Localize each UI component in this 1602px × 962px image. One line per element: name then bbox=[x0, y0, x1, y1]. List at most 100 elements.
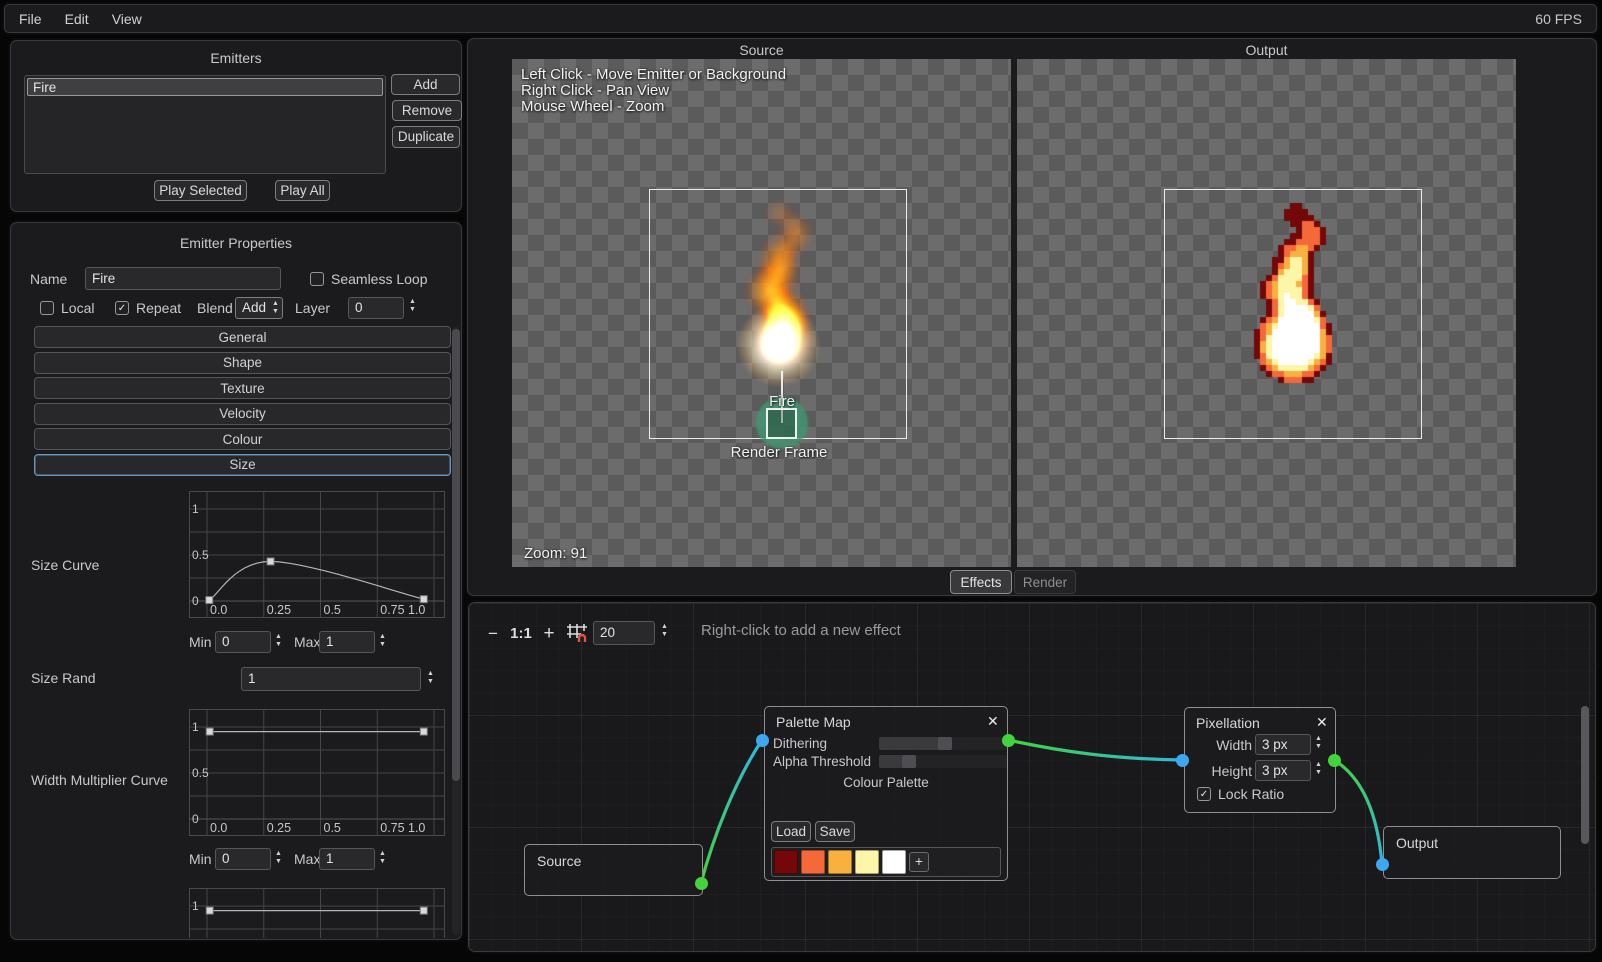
emitter-list-item[interactable]: Fire bbox=[27, 78, 383, 96]
pixellation-input-port[interactable] bbox=[1176, 754, 1189, 767]
emitter-add-button[interactable]: Add bbox=[391, 74, 460, 95]
seamless-loop-checkbox[interactable] bbox=[310, 272, 324, 286]
width-multiplier-curve-label: Width Multiplier Curve bbox=[31, 772, 168, 788]
blend-label: Blend bbox=[197, 300, 233, 316]
palette-swatch-0[interactable] bbox=[774, 850, 798, 874]
pixel-width-field[interactable]: 3 px bbox=[1255, 734, 1311, 755]
section-colour[interactable]: Colour bbox=[34, 428, 451, 450]
output-viewport-title: Output bbox=[1017, 42, 1516, 58]
max-label-0: Max bbox=[294, 634, 320, 650]
source-output-port[interactable] bbox=[695, 877, 708, 890]
node-source[interactable]: Source bbox=[524, 844, 703, 896]
pixellation-close-icon[interactable]: ✕ bbox=[1316, 714, 1328, 731]
blend-value: Add bbox=[242, 301, 266, 315]
menu-item-edit[interactable]: Edit bbox=[65, 11, 89, 27]
palette-map-output-port[interactable] bbox=[1002, 734, 1015, 747]
curve-graph[interactable]: 10.500.00.250.50.751.0 bbox=[189, 886, 445, 938]
pixel-height-stepper[interactable]: ▲▼ bbox=[1315, 762, 1322, 776]
name-field[interactable]: Fire bbox=[85, 267, 281, 290]
emitters-title: Emitters bbox=[11, 50, 461, 66]
node-wire-2 bbox=[1334, 760, 1382, 864]
properties-scrollbar-thumb[interactable] bbox=[452, 329, 460, 781]
palette-map-input-port[interactable] bbox=[756, 734, 769, 747]
viewport-hint-line: Mouse Wheel - Zoom bbox=[521, 98, 664, 115]
emitter-remove-button[interactable]: Remove bbox=[392, 100, 462, 121]
play-all-button[interactable]: Play All bbox=[275, 180, 330, 201]
menu-bar: FileEditView 60 FPS bbox=[4, 4, 1597, 33]
palette-swatch-2[interactable] bbox=[828, 850, 852, 874]
local-checkbox[interactable] bbox=[40, 301, 54, 315]
layer-field[interactable]: 0 bbox=[348, 297, 404, 319]
emitter-handle-square[interactable] bbox=[766, 408, 797, 439]
min-stepper-0[interactable]: ▲▼ bbox=[275, 634, 282, 648]
node-editor[interactable]: − 1:1 + 20 ▲▼ Right-click to add a new e… bbox=[468, 602, 1596, 952]
output-render-frame bbox=[1164, 189, 1422, 439]
tab-effects[interactable]: Effects bbox=[950, 570, 1012, 594]
palette-save-button[interactable]: Save bbox=[815, 821, 855, 842]
emitters-panel: Emitters Fire Add Remove Duplicate Play Se… bbox=[10, 40, 462, 212]
section-size[interactable]: Size bbox=[34, 454, 451, 476]
min-label-1: Min bbox=[189, 851, 212, 867]
dithering-slider[interactable] bbox=[879, 737, 1007, 750]
svg-text:0.0: 0.0 bbox=[210, 821, 227, 835]
min-field-0[interactable]: 0 bbox=[215, 631, 271, 653]
source-viewport-title: Source bbox=[512, 42, 1011, 58]
size-rand-field[interactable]: 1 bbox=[241, 667, 421, 691]
output-viewport[interactable] bbox=[1017, 59, 1516, 567]
node-source-title: Source bbox=[537, 853, 581, 869]
repeat-label: Repeat bbox=[136, 300, 181, 316]
palette-swatch-row: + bbox=[771, 847, 1001, 877]
max-stepper-1[interactable]: ▲▼ bbox=[379, 851, 386, 865]
editor-scrollbar-thumb[interactable] bbox=[1581, 706, 1589, 844]
palette-load-button[interactable]: Load bbox=[771, 821, 811, 842]
max-label-1: Max bbox=[294, 851, 320, 867]
svg-text:0: 0 bbox=[192, 594, 199, 608]
palette-swatch-4[interactable] bbox=[882, 850, 906, 874]
section-shape[interactable]: Shape bbox=[34, 352, 451, 374]
menu-item-view[interactable]: View bbox=[112, 11, 142, 27]
emitter-list[interactable]: Fire bbox=[24, 75, 386, 174]
menu-items: File Edit View bbox=[19, 5, 142, 32]
preview-panel: Source Output Left Click - Move Emitter … bbox=[467, 38, 1597, 596]
render-frame-label: Render Frame bbox=[512, 444, 1011, 461]
palette-swatch-1[interactable] bbox=[801, 850, 825, 874]
emitter-duplicate-button[interactable]: Duplicate bbox=[392, 126, 460, 148]
svg-text:1: 1 bbox=[192, 502, 199, 516]
local-label: Local bbox=[61, 300, 94, 316]
curve-graph[interactable]: 10.500.00.250.50.751.0 bbox=[189, 489, 445, 619]
node-palette-map[interactable]: Palette Map ✕ Dithering Alpha Threshold … bbox=[764, 706, 1008, 881]
palette-swatch-3[interactable] bbox=[855, 850, 879, 874]
section-general[interactable]: General bbox=[34, 326, 451, 348]
tab-render[interactable]: Render bbox=[1014, 570, 1076, 594]
pixel-width-stepper[interactable]: ▲▼ bbox=[1315, 736, 1322, 750]
pixel-height-field[interactable]: 3 px bbox=[1255, 760, 1311, 781]
node-wires bbox=[469, 603, 1596, 952]
play-selected-button[interactable]: Play Selected bbox=[154, 180, 247, 201]
node-output[interactable]: Output bbox=[1383, 826, 1561, 879]
node-pixellation[interactable]: Pixellation ✕ Width 3 px ▲▼ Height 3 px … bbox=[1184, 707, 1336, 813]
min-stepper-1[interactable]: ▲▼ bbox=[275, 851, 282, 865]
node-palette-map-title: Palette Map bbox=[776, 714, 851, 730]
pixellation-output-port[interactable] bbox=[1328, 754, 1341, 767]
pixel-height-label: Height bbox=[1195, 763, 1252, 779]
section-velocity[interactable]: Velocity bbox=[34, 403, 451, 425]
curve-graph[interactable]: 10.500.00.250.50.751.0 bbox=[189, 707, 445, 837]
menu-item-file[interactable]: File bbox=[19, 11, 42, 27]
svg-text:0.5: 0.5 bbox=[192, 766, 209, 780]
source-viewport[interactable]: Left Click - Move Emitter or BackgroundR… bbox=[512, 59, 1011, 567]
repeat-checkbox[interactable]: ✓ bbox=[115, 301, 129, 315]
palette-add-swatch-button[interactable]: + bbox=[909, 852, 929, 872]
layer-stepper[interactable]: ▲▼ bbox=[409, 299, 416, 313]
blend-select[interactable]: Add ▲▼ bbox=[235, 297, 283, 319]
size-rand-stepper[interactable]: ▲▼ bbox=[427, 671, 434, 685]
min-field-1[interactable]: 0 bbox=[215, 848, 271, 870]
max-field-1[interactable]: 1 bbox=[319, 848, 375, 870]
palette-map-close-icon[interactable]: ✕ bbox=[987, 713, 999, 730]
max-field-0[interactable]: 1 bbox=[319, 631, 375, 653]
section-texture[interactable]: Texture bbox=[34, 377, 451, 399]
output-input-port[interactable] bbox=[1376, 858, 1389, 871]
alpha-threshold-slider[interactable] bbox=[879, 755, 1007, 768]
size-curve-label: Size Curve bbox=[31, 557, 99, 573]
max-stepper-0[interactable]: ▲▼ bbox=[379, 634, 386, 648]
lock-ratio-checkbox[interactable]: ✓ bbox=[1197, 787, 1211, 801]
